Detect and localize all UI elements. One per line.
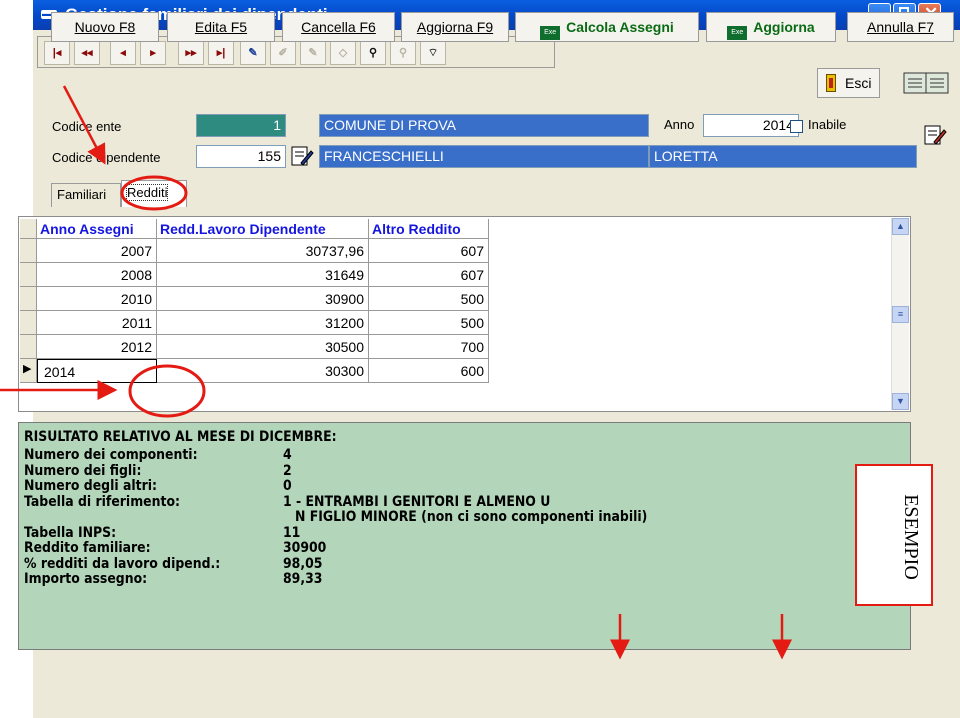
annotation-overlay (0, 85, 792, 660)
arrow-codice-icon (62, 85, 106, 165)
circle-redditi-tab (120, 175, 188, 211)
circle-2014 (128, 364, 206, 418)
